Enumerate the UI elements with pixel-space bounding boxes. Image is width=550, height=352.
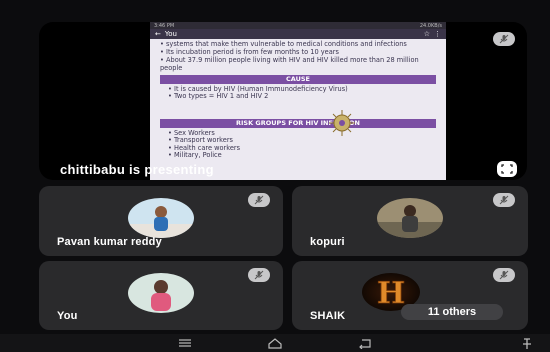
presenter-label: chittibabu is presenting [60, 162, 214, 177]
fullscreen-icon [501, 164, 513, 174]
participant-name: kopuri [310, 236, 345, 248]
fullscreen-button[interactable] [497, 161, 517, 177]
navigation-bar [0, 334, 550, 352]
participant-name: SHAIK [310, 310, 346, 322]
presentation-stage[interactable]: 3:46 PM 24.0KB/s ← You ☆ ⋮ • systems tha… [39, 22, 527, 180]
risk-header: RISK GROUPS FOR HIV INFECTION [160, 119, 436, 129]
recent-apps-icon [179, 339, 191, 347]
participant-tile-shaik[interactable]: H SHAIK 11 others [292, 261, 528, 330]
back-arrow-icon: ← [155, 30, 161, 38]
cause-list: It is caused by HIV (Human Immunodeficie… [160, 85, 436, 100]
mic-off-icon [493, 268, 515, 282]
participant-tile-you[interactable]: You [39, 261, 283, 330]
more-icon: ⋮ [434, 30, 441, 38]
doc-bullet: • Its incubation period is from few mont… [160, 48, 339, 57]
pin-button[interactable] [520, 337, 534, 349]
shared-screen: 3:46 PM 24.0KB/s ← You ☆ ⋮ • systems tha… [150, 22, 446, 180]
star-icon: ☆ [423, 30, 430, 38]
pin-icon [523, 338, 531, 349]
doc-bullet: • About 37.9 million people living with … [160, 56, 419, 72]
shared-doc-toolbar: ← You ☆ ⋮ [150, 29, 446, 39]
avatar [377, 198, 443, 239]
home-icon [268, 337, 282, 349]
shared-status-bar: 3:46 PM 24.0KB/s [150, 22, 446, 29]
shared-doc-title: You [164, 30, 177, 38]
others-button[interactable]: 11 others [401, 304, 503, 320]
participant-name: Pavan kumar reddy [57, 236, 162, 248]
shared-doc-body: • systems that make them vulnerable to m… [150, 39, 446, 159]
participant-tile-kopuri[interactable]: kopuri [292, 186, 528, 256]
recent-apps-button[interactable] [175, 337, 195, 349]
shared-status-time: 3:46 PM [154, 22, 175, 29]
virus-illustration-icon [329, 110, 355, 136]
mic-off-icon [248, 268, 270, 282]
avatar [128, 272, 194, 313]
home-button[interactable] [265, 337, 285, 349]
risk-item: Military, Police [168, 151, 436, 159]
mic-off-icon [493, 193, 515, 207]
participant-name: You [57, 310, 78, 322]
cause-header: CAUSE [160, 74, 436, 84]
back-button[interactable] [355, 337, 375, 349]
participant-tile-pavan[interactable]: Pavan kumar reddy [39, 186, 283, 256]
shared-status-right: 24.0KB/s [419, 22, 442, 29]
back-icon [359, 338, 371, 349]
cause-item: Two types = HIV 1 and HIV 2 [168, 92, 436, 100]
doc-bullet: • systems that make them vulnerable to m… [160, 40, 407, 48]
risk-list: Sex Workers Transport workers Health car… [160, 130, 436, 159]
mic-off-icon [248, 193, 270, 207]
avatar [128, 198, 194, 239]
avatar-letter: H [377, 276, 405, 311]
stage-mic-off-icon [493, 32, 515, 46]
